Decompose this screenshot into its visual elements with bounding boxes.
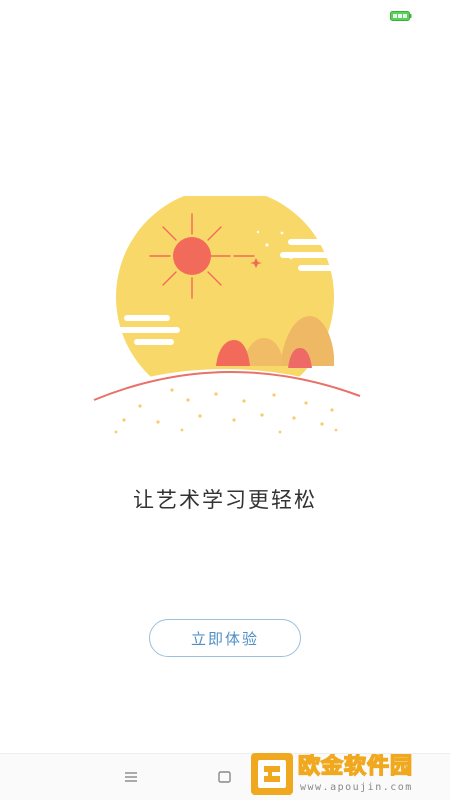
status-bar <box>0 0 450 34</box>
sun-mountain-illustration <box>84 196 366 442</box>
sun-icon <box>173 237 211 275</box>
navigation-bar: 欧金软件园 www.apoujin.com <box>0 753 450 800</box>
splash-screen: 让艺术学习更轻松 立即体验 欧金软件园 www.apoujin.com <box>0 0 450 800</box>
watermark-title: 欧金软件园 <box>298 754 414 780</box>
battery-icon <box>390 11 412 21</box>
watermark: 欧金软件园 www.apoujin.com <box>250 752 446 796</box>
watermark-url: www.apoujin.com <box>300 782 413 793</box>
watermark-logo-icon <box>251 753 293 795</box>
home-square-icon[interactable] <box>218 771 231 783</box>
tagline: 让艺术学习更轻松 <box>133 488 317 512</box>
start-now-button[interactable]: 立即体验 <box>149 619 301 657</box>
menu-icon[interactable] <box>124 771 138 783</box>
